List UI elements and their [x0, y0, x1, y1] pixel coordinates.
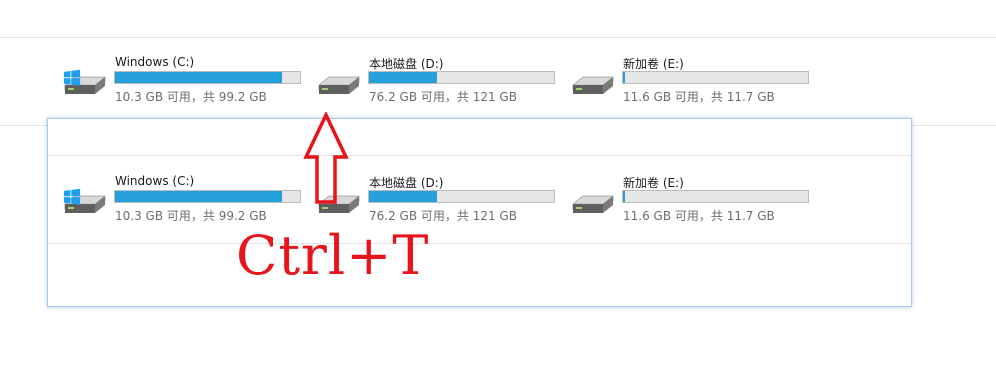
hard-drive-icon: [313, 59, 363, 105]
usage-bar: [622, 71, 809, 84]
usage-bar: [114, 190, 301, 203]
usage-bar: [368, 190, 555, 203]
usage-bar-fill: [623, 72, 625, 83]
panel-bottom-divider: [48, 243, 911, 244]
usage-bar-fill: [369, 191, 438, 202]
top-divider: [0, 37, 996, 38]
hard-drive-icon: [567, 59, 617, 105]
drive-space-info: 76.2 GB 可用，共 121 GB: [369, 209, 517, 223]
selected-devices-panel[interactable]: Windows (C:) 10.3 GB 可用，共 99.2 GB 本地磁盘 (…: [47, 118, 912, 307]
windows-drive-icon: [59, 59, 109, 105]
usage-bar: [114, 71, 301, 84]
usage-bar-fill: [623, 191, 625, 202]
usage-bar: [368, 71, 555, 84]
drive-tile-e[interactable]: 新加卷 (E:) 11.6 GB 可用，共 11.7 GB: [567, 174, 812, 226]
windows-drive-icon: [59, 178, 109, 224]
drive-tile-c[interactable]: Windows (C:) 10.3 GB 可用，共 99.2 GB: [59, 55, 304, 107]
drive-name: Windows (C:): [115, 174, 195, 188]
drive-name: 本地磁盘 (D:): [369, 57, 444, 71]
drive-tile-d[interactable]: 本地磁盘 (D:) 76.2 GB 可用，共 121 GB: [313, 55, 558, 107]
up-arrow-icon: [303, 112, 349, 204]
hard-drive-icon: [567, 178, 617, 224]
drive-space-info: 10.3 GB 可用，共 99.2 GB: [115, 209, 267, 223]
drive-tile-c[interactable]: Windows (C:) 10.3 GB 可用，共 99.2 GB: [59, 174, 304, 226]
drive-name: 新加卷 (E:): [623, 57, 684, 71]
usage-bar-fill: [369, 72, 438, 83]
usage-bar-fill: [115, 191, 282, 202]
drive-space-info: 76.2 GB 可用，共 121 GB: [369, 90, 517, 104]
usage-bar-fill: [115, 72, 282, 83]
panel-top-divider: [48, 155, 911, 156]
usage-bar: [622, 190, 809, 203]
drive-name: 新加卷 (E:): [623, 176, 684, 190]
drive-name: Windows (C:): [115, 55, 195, 69]
drive-space-info: 10.3 GB 可用，共 99.2 GB: [115, 90, 267, 104]
drive-name: 本地磁盘 (D:): [369, 176, 444, 190]
drive-space-info: 11.6 GB 可用，共 11.7 GB: [623, 90, 775, 104]
drive-space-info: 11.6 GB 可用，共 11.7 GB: [623, 209, 775, 223]
shortcut-annotation: Ctrl+T: [236, 224, 430, 287]
drive-tile-e[interactable]: 新加卷 (E:) 11.6 GB 可用，共 11.7 GB: [567, 55, 812, 107]
